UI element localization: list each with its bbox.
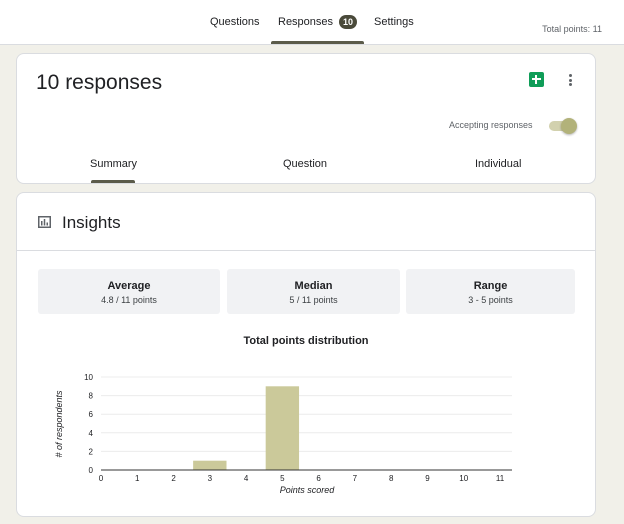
chart-y-tick-label: 8 [89, 392, 94, 401]
chart-y-tick-label: 4 [89, 429, 94, 438]
tab-responses-label: Responses [278, 16, 334, 28]
chart-y-tick-label: 6 [89, 410, 94, 419]
tab-settings-label: Settings [374, 16, 414, 28]
chart-x-axis-title: Points scored [280, 485, 336, 495]
chart-x-tick-label: 9 [425, 474, 430, 483]
responses-count-badge: 10 [339, 15, 358, 29]
chart-y-tick-label: 0 [89, 466, 94, 475]
chart-title: Total points distribution [243, 335, 368, 347]
tab-questions[interactable]: Questions [210, 0, 260, 44]
chart-x-tick-label: 7 [353, 474, 358, 483]
insights-card: Insights Average 4.8 / 11 points Median … [16, 192, 596, 517]
chart-y-tick-label: 2 [89, 447, 94, 456]
points-distribution-chart: Total points distribution Points scored … [54, 335, 512, 495]
responses-summary-card: 10 responses Accepting responses Summary… [16, 53, 596, 184]
google-sheets-icon[interactable] [529, 72, 544, 87]
chart-x-tick-label: 3 [208, 474, 213, 483]
chart-x-tick-label: 10 [459, 474, 468, 483]
top-nav-bar: Questions Responses 10 Settings Total po… [0, 0, 624, 45]
more-vert-icon[interactable] [565, 72, 575, 88]
summary-tab-indicator [91, 180, 135, 183]
tab-responses[interactable]: Responses 10 [271, 0, 365, 44]
tab-summary[interactable]: Summary [90, 158, 137, 170]
chart-x-tick-label: 0 [99, 474, 104, 483]
chart-x-tick-label: 11 [496, 474, 505, 483]
chart-plot-area: 0 2 4 6 8 10 0 1 2 3 4 5 6 7 8 9 10 11 [84, 373, 512, 483]
tab-questions-label: Questions [210, 16, 260, 28]
tab-question[interactable]: Question [283, 158, 327, 170]
chart-x-tick-label: 1 [135, 474, 140, 483]
chart-x-tick-label: 2 [171, 474, 176, 483]
chart-y-axis-title: # of respondents [54, 390, 64, 458]
chart-x-tick-label: 8 [389, 474, 394, 483]
chart-bar [193, 460, 227, 470]
total-points-text: Total points: 11 [542, 24, 602, 34]
tab-settings[interactable]: Settings [374, 0, 414, 44]
chart-x-tick-label: 6 [316, 474, 321, 483]
chart-x-tick-label: 5 [280, 474, 285, 483]
responses-count-title: 10 responses [36, 71, 163, 94]
accepting-responses-toggle[interactable] [547, 118, 577, 134]
chart-bar [265, 386, 300, 470]
accepting-responses-label: Accepting responses [449, 120, 533, 130]
tab-individual[interactable]: Individual [475, 158, 521, 170]
toggle-knob [561, 118, 577, 134]
active-tab-indicator [271, 41, 365, 44]
chart-x-tick-label: 4 [244, 474, 249, 483]
chart-y-tick-label: 10 [84, 373, 93, 382]
